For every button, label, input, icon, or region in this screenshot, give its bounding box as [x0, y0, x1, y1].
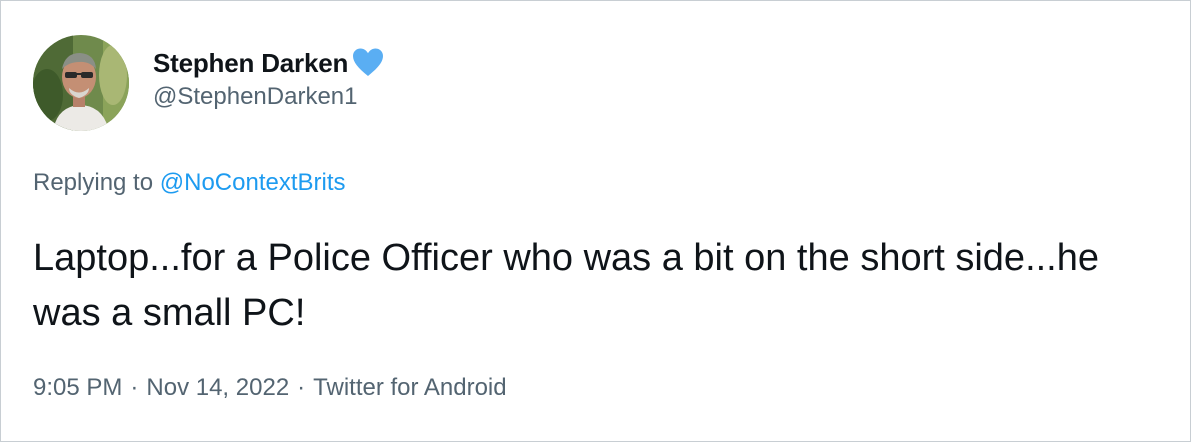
tweet-meta: 9:05 PM · Nov 14, 2022 · Twitter for Android: [33, 374, 507, 402]
tweet-date[interactable]: Nov 14, 2022: [146, 374, 289, 401]
tweet-text: Laptop...for a Police Officer who was a …: [33, 237, 1100, 334]
avatar[interactable]: [33, 35, 129, 131]
meta-separator: ·: [297, 374, 306, 401]
tweet-time[interactable]: 9:05 PM: [33, 374, 122, 401]
heart-badge-icon: [350, 45, 386, 81]
tweet-source[interactable]: Twitter for Android: [313, 374, 506, 401]
reply-prefix: Replying to: [33, 169, 160, 196]
reply-context: Replying to @NoContextBrits: [33, 169, 346, 197]
profile-photo-icon: [33, 35, 129, 131]
author-name-row: Stephen Darken: [153, 43, 386, 83]
tweet-card: Stephen Darken @StephenDarken1 Replying …: [0, 0, 1191, 442]
author-name[interactable]: Stephen Darken: [153, 48, 348, 79]
meta-separator: ·: [130, 374, 139, 401]
reply-mention-link[interactable]: @NoContextBrits: [160, 169, 346, 196]
author-handle[interactable]: @StephenDarken1: [153, 83, 358, 111]
